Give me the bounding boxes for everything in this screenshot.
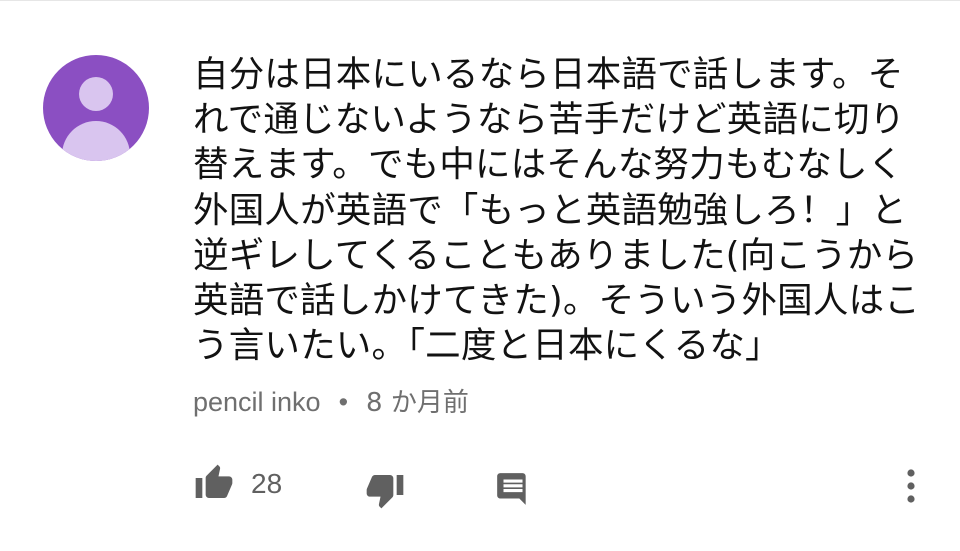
top-divider	[0, 0, 960, 1]
comment-text: 自分は日本にいるなら日本語で話します。そ れで通じないようなら苦手だけど英語に切…	[193, 54, 920, 367]
more-options-button[interactable]	[902, 466, 920, 506]
avatar[interactable]	[43, 55, 149, 161]
meta-separator: •	[338, 387, 349, 417]
reply-button[interactable]	[494, 470, 532, 508]
reply-comment-icon	[497, 473, 526, 505]
avatar-body-icon	[62, 121, 130, 161]
dislike-button[interactable]	[364, 470, 406, 510]
avatar-head-icon	[79, 77, 113, 111]
thumb-up-icon	[195, 464, 233, 498]
like-button[interactable]	[193, 463, 235, 503]
comment-meta: pencil inko • 8 か月前	[193, 384, 469, 421]
like-count: 28	[251, 468, 283, 499]
author-name[interactable]: pencil inko	[193, 387, 321, 417]
more-vertical-icon	[907, 469, 915, 503]
comment-age[interactable]: 8 か月前	[366, 388, 469, 418]
thumb-down-icon	[366, 475, 404, 509]
